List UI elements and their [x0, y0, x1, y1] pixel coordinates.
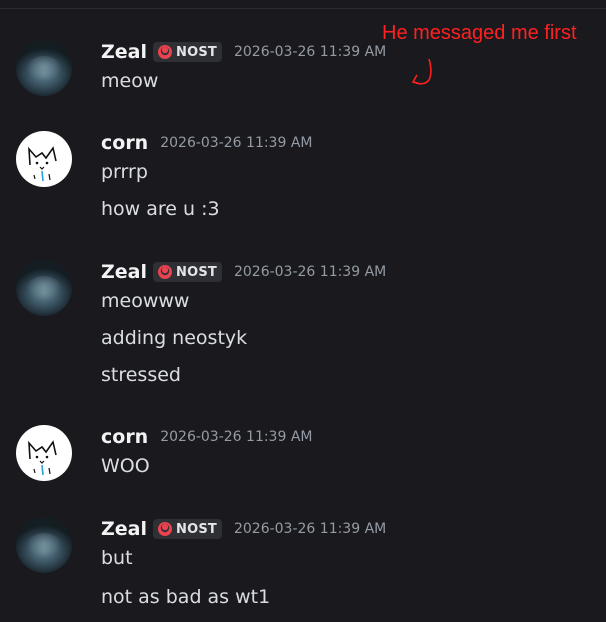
username[interactable]: Zeal [101, 41, 147, 63]
server-tag-label: NOST [176, 521, 217, 537]
timestamp[interactable]: 2026-03-26 11:39 AM [160, 429, 312, 445]
server-tag-badge[interactable]: NOST [153, 519, 222, 539]
server-tag-label: NOST [176, 44, 217, 60]
message-text: stressed [101, 364, 181, 386]
cat-sketch-icon [28, 146, 57, 182]
cat-sketch-icon [28, 440, 57, 476]
message-text: meowww [101, 290, 190, 312]
username[interactable]: corn [101, 132, 148, 154]
message-header: corn 2026-03-26 11:39 AM [101, 129, 312, 157]
annotation-arrow-icon [411, 58, 432, 85]
message-text: not as bad as wt1 [101, 586, 271, 608]
avatar[interactable] [16, 40, 72, 96]
avatar[interactable] [16, 131, 72, 187]
message-text: prrrp [101, 161, 148, 183]
avatar[interactable] [16, 260, 72, 316]
timestamp[interactable]: 2026-03-26 11:39 AM [160, 135, 312, 151]
server-tag-icon [158, 522, 172, 536]
message-text: meow [101, 70, 159, 92]
server-tag-badge[interactable]: NOST [153, 42, 222, 62]
top-divider [0, 8, 606, 9]
annotation-text: He messaged me first [382, 22, 577, 44]
avatar[interactable] [16, 425, 72, 481]
message-header: Zeal NOST 2026-03-26 11:39 AM [101, 38, 386, 66]
server-tag-label: NOST [176, 264, 217, 280]
username[interactable]: Zeal [101, 261, 147, 283]
username[interactable]: Zeal [101, 518, 147, 540]
avatar[interactable] [16, 517, 72, 573]
message-text: adding neostyk [101, 327, 248, 349]
message-text: how are u :3 [101, 198, 220, 220]
message-text: WOO [101, 455, 150, 477]
message-header: Zeal NOST 2026-03-26 11:39 AM [101, 258, 386, 286]
server-tag-badge[interactable]: NOST [153, 262, 222, 282]
timestamp[interactable]: 2026-03-26 11:39 AM [234, 44, 386, 60]
message-header: Zeal NOST 2026-03-26 11:39 AM [101, 515, 386, 543]
server-tag-icon [158, 265, 172, 279]
timestamp[interactable]: 2026-03-26 11:39 AM [234, 521, 386, 537]
message-header: corn 2026-03-26 11:39 AM [101, 423, 312, 451]
username[interactable]: corn [101, 426, 148, 448]
timestamp[interactable]: 2026-03-26 11:39 AM [234, 264, 386, 280]
message-text: but [101, 547, 133, 569]
server-tag-icon [158, 45, 172, 59]
